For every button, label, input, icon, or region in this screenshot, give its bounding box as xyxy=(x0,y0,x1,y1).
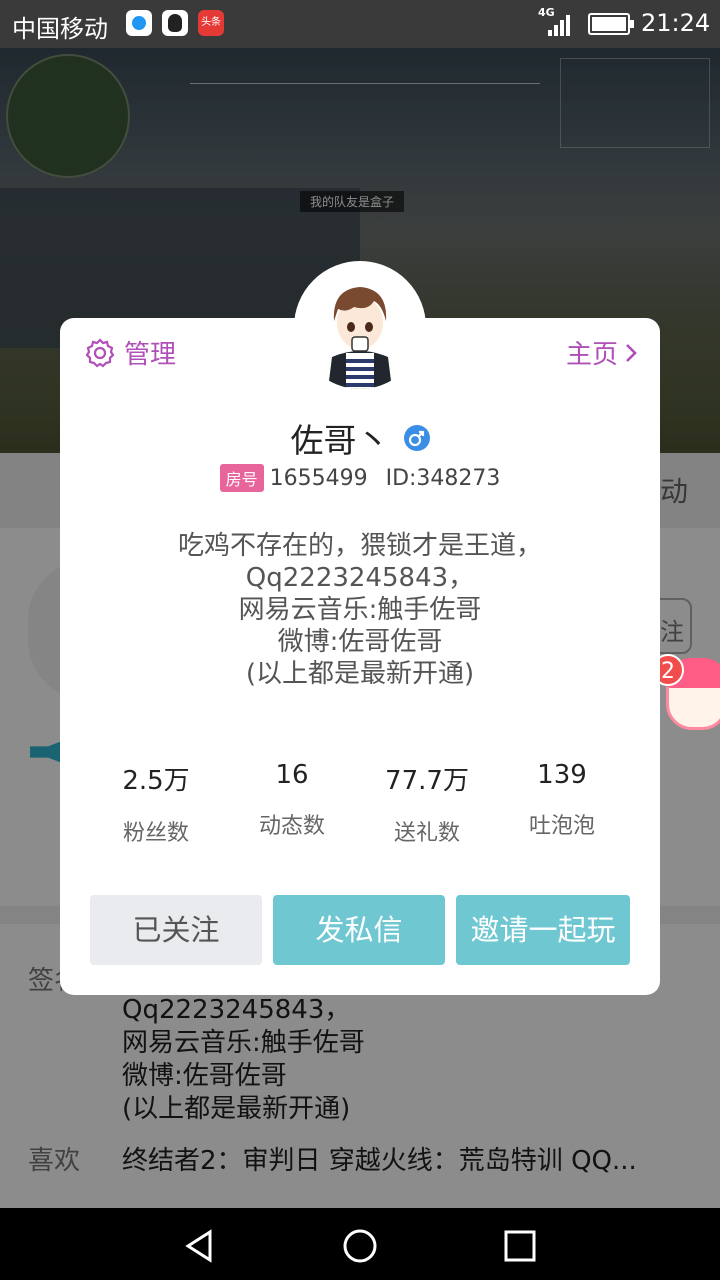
nickname-row: 佐哥丶 xyxy=(60,414,660,462)
nickname: 佐哥丶 xyxy=(290,421,390,460)
room-badge: 房号 xyxy=(219,464,264,492)
browser-icon xyxy=(126,10,152,36)
stat-value: 77.7万 xyxy=(385,766,469,796)
back-icon[interactable] xyxy=(180,1226,220,1266)
floating-mascot-widget[interactable]: 2 xyxy=(652,654,720,734)
carrier-label: 中国移动 xyxy=(12,15,108,43)
bio-text: 吃鸡不存在的，猥锁才是王道， Qq2223245843， 网易云音乐:触手佐哥 … xyxy=(177,531,542,689)
invite-play-button[interactable]: 邀请一起玩 xyxy=(456,895,630,965)
homepage-label: 主页 xyxy=(565,340,618,370)
stat-label: 动态数 xyxy=(258,814,325,839)
homepage-link[interactable]: 主页 xyxy=(566,334,638,371)
signal-icon xyxy=(548,12,576,36)
recents-icon[interactable] xyxy=(502,1228,538,1264)
manage-button[interactable]: 管理 xyxy=(84,334,176,371)
send-message-button[interactable]: 发私信 xyxy=(273,895,445,965)
home-icon[interactable] xyxy=(340,1226,380,1266)
status-bar: 中国移动 头条 4G 21:24 xyxy=(0,0,720,48)
stat-gifts[interactable]: 77.7万 送礼数 xyxy=(359,760,495,847)
male-icon xyxy=(403,425,430,451)
stat-bubbles[interactable]: 139 吐泡泡 xyxy=(494,760,630,840)
stat-posts[interactable]: 16 动态数 xyxy=(224,760,360,840)
toutiao-icon: 头条 xyxy=(198,10,224,36)
user-id: ID:348273 xyxy=(385,465,501,491)
following-button[interactable]: 已关注 xyxy=(90,895,262,965)
avatar-illustration xyxy=(298,265,422,389)
gear-icon xyxy=(85,337,115,367)
battery-icon xyxy=(588,13,634,35)
clock: 21:24 xyxy=(641,9,711,37)
navigation-bar xyxy=(0,1208,720,1280)
stat-fans[interactable]: 2.5万 粉丝数 xyxy=(88,760,224,847)
stat-value: 2.5万 xyxy=(122,766,190,796)
qq-icon xyxy=(162,10,188,36)
manage-label: 管理 xyxy=(124,340,177,370)
avatar[interactable] xyxy=(294,261,426,393)
stat-label: 吐泡泡 xyxy=(528,814,595,839)
id-row: 房号 1655499 ID:348273 xyxy=(60,464,660,492)
stat-value: 139 xyxy=(537,760,587,790)
profile-card: 管理 主页 佐哥丶 房号 1655499 ID:348273 吃鸡不存在的，猥锁… xyxy=(60,318,660,995)
stat-value: 16 xyxy=(275,760,309,790)
stat-label: 粉丝数 xyxy=(122,821,189,846)
stat-label: 送礼数 xyxy=(393,821,460,846)
chevron-right-icon xyxy=(626,343,637,362)
room-number: 1655499 xyxy=(269,465,368,491)
